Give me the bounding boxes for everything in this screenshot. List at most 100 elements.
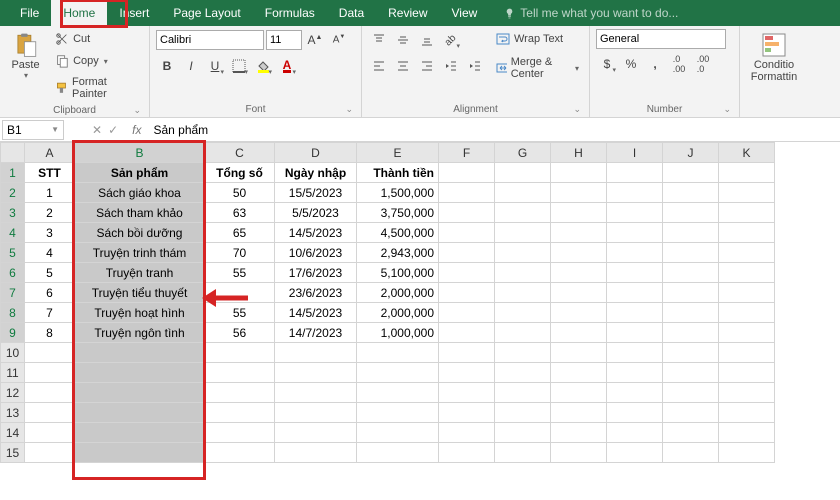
- cell-D14[interactable]: [275, 423, 357, 443]
- align-right-button[interactable]: [416, 55, 438, 77]
- cell-C7[interactable]: [205, 283, 275, 303]
- tab-review[interactable]: Review: [376, 0, 439, 26]
- cell-A14[interactable]: [25, 423, 75, 443]
- align-bottom-button[interactable]: [416, 29, 438, 51]
- cell-K4[interactable]: [719, 223, 775, 243]
- cell-F7[interactable]: [439, 283, 495, 303]
- cell-F8[interactable]: [439, 303, 495, 323]
- cell-E2[interactable]: 1,500,000: [357, 183, 439, 203]
- cell-H11[interactable]: [551, 363, 607, 383]
- cell-B9[interactable]: Truyện ngôn tình: [75, 323, 205, 343]
- cell-D6[interactable]: 17/6/2023: [275, 263, 357, 283]
- row-header-1[interactable]: 1: [1, 163, 25, 183]
- cell-B15[interactable]: [75, 443, 205, 463]
- cell-I3[interactable]: [607, 203, 663, 223]
- cell-K6[interactable]: [719, 263, 775, 283]
- cell-E5[interactable]: 2,943,000: [357, 243, 439, 263]
- cell-J13[interactable]: [663, 403, 719, 423]
- select-all-corner[interactable]: [1, 143, 25, 163]
- cell-D2[interactable]: 15/5/2023: [275, 183, 357, 203]
- cell-F15[interactable]: [439, 443, 495, 463]
- cell-D4[interactable]: 14/5/2023: [275, 223, 357, 243]
- italic-button[interactable]: I: [180, 55, 202, 77]
- cell-K15[interactable]: [719, 443, 775, 463]
- decrease-indent-button[interactable]: [440, 55, 462, 77]
- cell-B10[interactable]: [75, 343, 205, 363]
- cell-F12[interactable]: [439, 383, 495, 403]
- row-header-11[interactable]: 11: [1, 363, 25, 383]
- cell-C2[interactable]: 50: [205, 183, 275, 203]
- row-header-15[interactable]: 15: [1, 443, 25, 463]
- tab-view[interactable]: View: [440, 0, 490, 26]
- cell-H10[interactable]: [551, 343, 607, 363]
- cell-E12[interactable]: [357, 383, 439, 403]
- cell-C5[interactable]: 70: [205, 243, 275, 263]
- tab-formulas[interactable]: Formulas: [253, 0, 327, 26]
- cell-G3[interactable]: [495, 203, 551, 223]
- cell-C8[interactable]: 55: [205, 303, 275, 323]
- cell-B7[interactable]: Truyện tiểu thuyết: [75, 283, 205, 303]
- tab-file[interactable]: File: [8, 0, 51, 26]
- cell-J12[interactable]: [663, 383, 719, 403]
- cell-E7[interactable]: 2,000,000: [357, 283, 439, 303]
- cell-B12[interactable]: [75, 383, 205, 403]
- cell-B14[interactable]: [75, 423, 205, 443]
- cell-H1[interactable]: [551, 163, 607, 183]
- cell-A9[interactable]: 8: [25, 323, 75, 343]
- col-header-F[interactable]: F: [439, 143, 495, 163]
- row-header-2[interactable]: 2: [1, 183, 25, 203]
- cancel-formula-icon[interactable]: ✕: [92, 123, 102, 137]
- cell-K10[interactable]: [719, 343, 775, 363]
- cell-J3[interactable]: [663, 203, 719, 223]
- cell-J9[interactable]: [663, 323, 719, 343]
- font-size-combo[interactable]: [266, 30, 302, 50]
- cell-C1[interactable]: Tổng số: [205, 163, 275, 183]
- cell-G15[interactable]: [495, 443, 551, 463]
- cell-F2[interactable]: [439, 183, 495, 203]
- tell-me-search[interactable]: Tell me what you want to do...: [504, 6, 678, 20]
- row-header-13[interactable]: 13: [1, 403, 25, 423]
- align-middle-button[interactable]: [392, 29, 414, 51]
- cell-K3[interactable]: [719, 203, 775, 223]
- formula-input[interactable]: [147, 120, 840, 140]
- cell-D7[interactable]: 23/6/2023: [275, 283, 357, 303]
- increase-decimal-button[interactable]: .0.00: [668, 53, 690, 75]
- cell-F1[interactable]: [439, 163, 495, 183]
- cell-G14[interactable]: [495, 423, 551, 443]
- cell-I9[interactable]: [607, 323, 663, 343]
- cell-K5[interactable]: [719, 243, 775, 263]
- font-color-button[interactable]: A: [276, 55, 298, 77]
- cell-B13[interactable]: [75, 403, 205, 423]
- cell-K11[interactable]: [719, 363, 775, 383]
- percent-format-button[interactable]: %: [620, 53, 642, 75]
- cell-B8[interactable]: Truyện hoạt hình: [75, 303, 205, 323]
- cell-C12[interactable]: [205, 383, 275, 403]
- cell-H13[interactable]: [551, 403, 607, 423]
- cell-H4[interactable]: [551, 223, 607, 243]
- cell-B6[interactable]: Truyện tranh: [75, 263, 205, 283]
- cell-J7[interactable]: [663, 283, 719, 303]
- cell-G10[interactable]: [495, 343, 551, 363]
- cell-A3[interactable]: 2: [25, 203, 75, 223]
- cell-B3[interactable]: Sách tham khảo: [75, 203, 205, 223]
- row-header-3[interactable]: 3: [1, 203, 25, 223]
- decrease-decimal-button[interactable]: .00.0: [692, 53, 714, 75]
- cell-H6[interactable]: [551, 263, 607, 283]
- cell-J6[interactable]: [663, 263, 719, 283]
- cell-G8[interactable]: [495, 303, 551, 323]
- cell-C3[interactable]: 63: [205, 203, 275, 223]
- cell-J15[interactable]: [663, 443, 719, 463]
- cell-J8[interactable]: [663, 303, 719, 323]
- bold-button[interactable]: B: [156, 55, 178, 77]
- cut-button[interactable]: Cut: [51, 29, 143, 49]
- cell-E11[interactable]: [357, 363, 439, 383]
- grow-font-button[interactable]: A▲: [304, 29, 326, 51]
- cell-I14[interactable]: [607, 423, 663, 443]
- cell-G12[interactable]: [495, 383, 551, 403]
- cell-K1[interactable]: [719, 163, 775, 183]
- col-header-H[interactable]: H: [551, 143, 607, 163]
- borders-button[interactable]: [228, 55, 250, 77]
- cell-J10[interactable]: [663, 343, 719, 363]
- cell-D12[interactable]: [275, 383, 357, 403]
- tab-home[interactable]: Home: [51, 0, 107, 26]
